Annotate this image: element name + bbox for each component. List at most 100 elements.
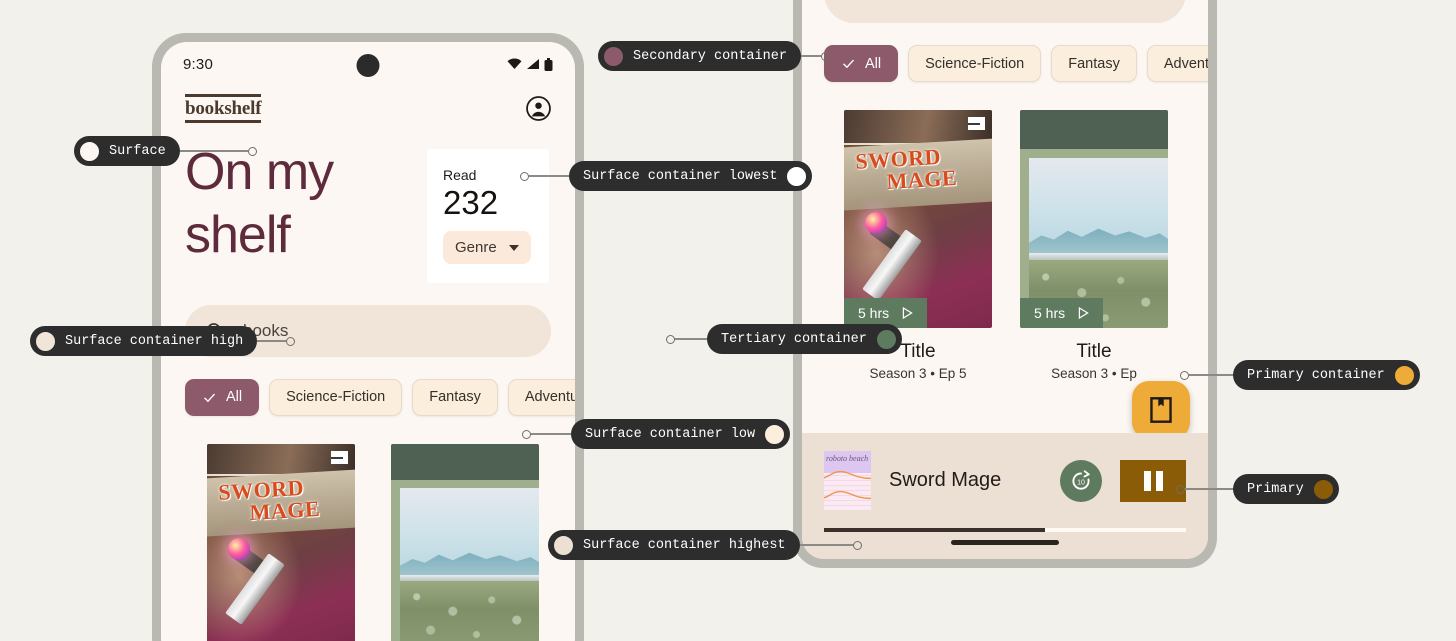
leader-line (801, 55, 821, 57)
book-cover-landscape[interactable] (391, 444, 539, 641)
callout-surface-container-low: Surface container low (522, 419, 790, 449)
color-swatch (79, 141, 100, 162)
callout-pill: Surface container high (30, 326, 257, 356)
leader-endpoint (1176, 485, 1185, 494)
chip-label: Science-Fiction (925, 56, 1024, 72)
check-icon (841, 56, 856, 71)
chip-label: Fantasy (1068, 56, 1120, 72)
mini-player-bar: roboto beach Sword Mage 10 (802, 433, 1208, 559)
account-circle-icon[interactable] (526, 96, 551, 121)
chip-all[interactable]: All (824, 45, 898, 82)
genre-dropdown-label: Genre (455, 239, 497, 256)
callout-label: Surface (109, 144, 166, 159)
chip-label: Fantasy (429, 389, 481, 405)
book-cover-sword-mage[interactable]: SWORD MAGE 5 hrs (844, 110, 992, 328)
ground-art (400, 581, 539, 641)
callout-label: Surface container low (585, 427, 755, 442)
callout-primary: Primary (1176, 474, 1339, 504)
book-list-item[interactable]: 5 hrs Title Season 3 • Ep (1020, 110, 1168, 381)
chip-label: Science-Fiction (286, 389, 385, 405)
magic-orb-art (228, 538, 250, 560)
phone-app-bar: bookshelf (161, 86, 575, 123)
leader-line (675, 338, 707, 340)
chip-fantasy[interactable]: Fantasy (412, 379, 498, 416)
check-icon (202, 390, 217, 405)
book-format-icon (331, 451, 348, 464)
genre-dropdown[interactable]: Genre (443, 231, 531, 264)
leader-line (180, 150, 248, 152)
duration-label: 5 hrs (858, 305, 889, 321)
callout-pill: Primary (1233, 474, 1339, 504)
album-art-thumbnail: roboto beach (824, 451, 871, 510)
callout-secondary-container: Secondary container (598, 41, 830, 71)
callout-pill: Secondary container (598, 41, 801, 71)
chip-label: All (226, 389, 242, 405)
item-subtitle: Season 3 • Ep (1020, 366, 1168, 381)
book-format-icon (968, 117, 985, 130)
album-art-text: roboto beach (826, 454, 868, 463)
phone-status-bar: 9:30 (161, 42, 575, 86)
item-title: Title (1020, 341, 1168, 363)
leader-endpoint (248, 147, 257, 156)
home-indicator (951, 540, 1059, 545)
book-cover-sword-mage[interactable]: SWORD MAGE (207, 444, 355, 641)
playback-progress-bar[interactable] (824, 528, 1186, 532)
chip-science-fiction[interactable]: Science-Fiction (269, 379, 402, 416)
leader-line (529, 175, 569, 177)
chip-adventure[interactable]: Adventure (1147, 45, 1208, 82)
app-logo[interactable]: bookshelf (185, 94, 261, 123)
leader-endpoint (821, 52, 830, 61)
leader-endpoint (286, 337, 295, 346)
bookmark-book-icon (1150, 397, 1172, 423)
chip-fantasy[interactable]: Fantasy (1051, 45, 1137, 82)
chip-label: Adventure (525, 389, 575, 405)
chip-label: All (865, 56, 881, 72)
callout-surface: Surface (74, 136, 257, 166)
replay-10-icon: 10 (1069, 469, 1093, 493)
callout-pill: Surface container highest (548, 530, 800, 560)
callout-pill: Surface container lowest (569, 161, 812, 191)
leader-endpoint (666, 335, 675, 344)
album-wave-icon (824, 489, 871, 501)
leader-endpoint (520, 172, 529, 181)
duration-badge[interactable]: 5 hrs (1020, 298, 1103, 328)
tablet-screen: All Science-Fiction Fantasy Adventure (802, 0, 1208, 559)
leader-endpoint (853, 541, 862, 550)
book-cover-landscape[interactable]: 5 hrs (1020, 110, 1168, 328)
design-system-color-roles-canvas: 9:30 bookshelf On my shelf (0, 0, 1456, 641)
leader-endpoint (522, 430, 531, 439)
camera-punch-hole (357, 54, 380, 77)
wifi-icon (507, 58, 522, 70)
chip-adventure[interactable]: Adventure (508, 379, 575, 416)
callout-label: Surface container high (65, 334, 243, 349)
leader-endpoint (1180, 371, 1189, 380)
cover-title-art: SWORD MAGE (218, 474, 351, 525)
cover-photo (400, 488, 539, 641)
chip-all[interactable]: All (185, 379, 259, 416)
callout-pill: Primary container (1233, 360, 1420, 390)
horizon-strip-art (1029, 253, 1168, 260)
play-icon (1078, 307, 1089, 319)
cover-top-band (391, 444, 539, 480)
phone-book-grid: SWORD MAGE (161, 416, 575, 641)
status-icon-group (507, 58, 553, 71)
chip-science-fiction[interactable]: Science-Fiction (908, 45, 1041, 82)
callout-label: Surface container lowest (583, 169, 777, 184)
callout-label: Primary container (1247, 368, 1385, 383)
battery-icon (544, 58, 553, 71)
chip-label: Adventure (1164, 56, 1208, 72)
callout-label: Surface container highest (583, 538, 786, 553)
pause-icon (1144, 471, 1151, 491)
leader-line (1189, 374, 1233, 376)
color-swatch (553, 535, 574, 556)
callout-label: Tertiary container (721, 332, 867, 347)
cover-top-band (1020, 110, 1168, 149)
player-controls-row: roboto beach Sword Mage 10 (824, 451, 1186, 510)
callout-label: Secondary container (633, 49, 787, 64)
replay-10-button[interactable]: 10 (1060, 460, 1102, 502)
leader-line (1185, 488, 1233, 490)
callout-primary-container: Primary container (1180, 360, 1420, 390)
color-swatch (35, 331, 56, 352)
tablet-search-input[interactable] (824, 0, 1186, 23)
caret-down-icon (509, 245, 519, 251)
